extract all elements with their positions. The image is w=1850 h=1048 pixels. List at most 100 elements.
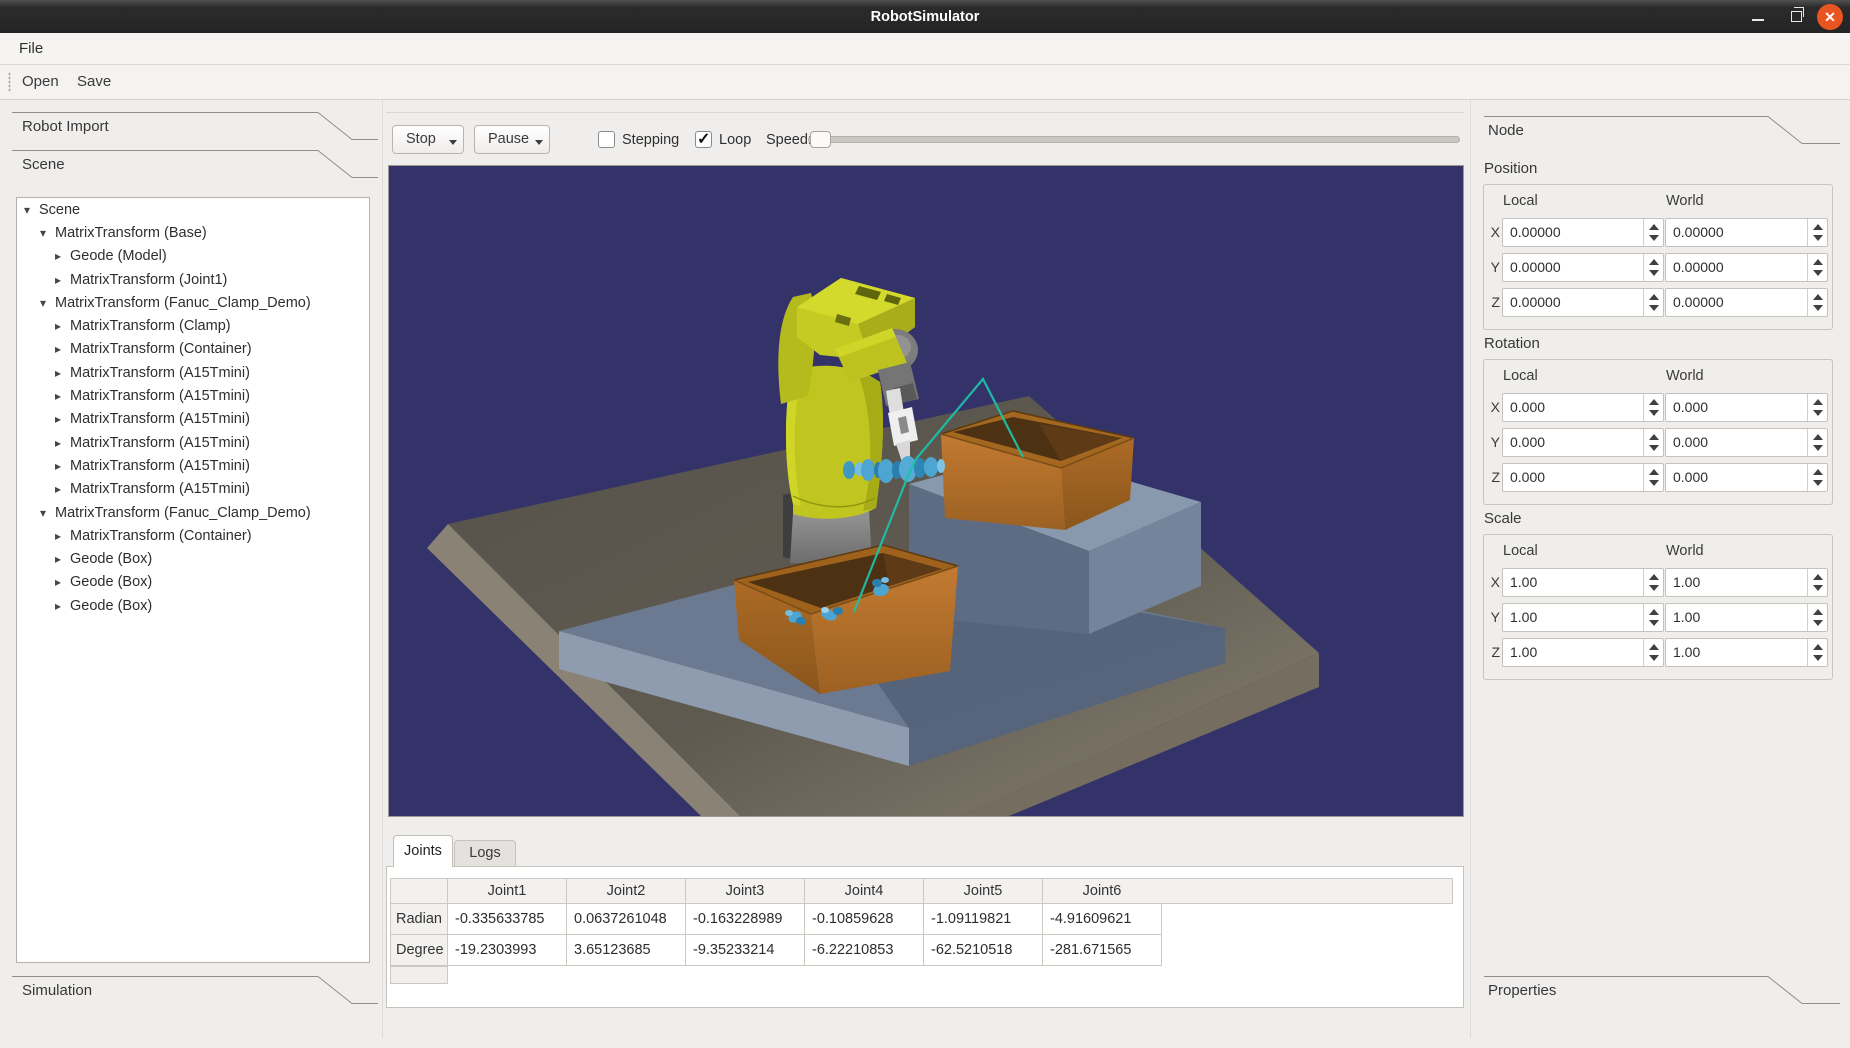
joint-value[interactable]: -0.10859628 <box>804 903 924 935</box>
tree-item[interactable]: Scene <box>17 198 369 221</box>
column-header[interactable]: Joint3 <box>685 878 805 904</box>
joint-value[interactable]: 0.0637261048 <box>566 903 686 935</box>
spin-arrows-icon[interactable] <box>1807 604 1827 631</box>
spin-arrows-icon[interactable] <box>1643 569 1663 596</box>
spin-arrows-icon[interactable] <box>1807 569 1827 596</box>
spin-value[interactable]: 0.000 <box>1666 429 1827 456</box>
scale-y-local[interactable]: 1.00 <box>1502 603 1664 632</box>
expand-arrow-icon[interactable] <box>40 296 55 310</box>
spin-value[interactable]: 0.000 <box>1666 464 1827 491</box>
spin-arrows-icon[interactable] <box>1807 429 1827 456</box>
spin-arrows-icon[interactable] <box>1643 394 1663 421</box>
spin-value[interactable]: 0.000 <box>1503 464 1663 491</box>
spin-value[interactable]: 0.000 <box>1666 394 1827 421</box>
collapse-arrow-icon[interactable] <box>55 552 70 566</box>
spin-arrows-icon[interactable] <box>1643 219 1663 246</box>
tree-item[interactable]: MatrixTransform (Fanuc_Clamp_Demo) <box>17 501 369 524</box>
spin-value[interactable]: 1.00 <box>1666 639 1827 666</box>
scale-z-world[interactable]: 1.00 <box>1665 638 1828 667</box>
spin-arrows-icon[interactable] <box>1643 254 1663 281</box>
speed-slider-handle[interactable] <box>810 131 831 148</box>
tree-item[interactable]: MatrixTransform (A15Tmini) <box>17 408 369 431</box>
toolbar-drag-handle[interactable] <box>8 72 11 92</box>
section-scene[interactable]: Scene <box>12 150 378 180</box>
spin-value[interactable]: 0.00000 <box>1503 254 1663 281</box>
position-x-local[interactable]: 0.00000 <box>1502 218 1664 247</box>
tree-item[interactable]: MatrixTransform (Fanuc_Clamp_Demo) <box>17 291 369 314</box>
tree-item[interactable]: MatrixTransform (Base) <box>17 221 369 244</box>
collapse-arrow-icon[interactable] <box>55 599 70 613</box>
spin-value[interactable]: 1.00 <box>1503 569 1663 596</box>
row-header[interactable]: Radian <box>390 903 448 935</box>
tree-item[interactable]: MatrixTransform (Clamp) <box>17 314 369 337</box>
tab-logs[interactable]: Logs <box>454 840 516 867</box>
tab-joints[interactable]: Joints <box>393 835 453 867</box>
collapse-arrow-icon[interactable] <box>55 575 70 589</box>
spin-value[interactable]: 0.00000 <box>1503 219 1663 246</box>
collapse-arrow-icon[interactable] <box>55 273 70 287</box>
joint-value[interactable]: -0.163228989 <box>685 903 805 935</box>
position-x-world[interactable]: 0.00000 <box>1665 218 1828 247</box>
viewport-3d[interactable] <box>388 165 1464 817</box>
joint-value[interactable]: -4.91609621 <box>1042 903 1162 935</box>
open-button[interactable]: Open <box>22 65 59 99</box>
rotation-y-world[interactable]: 0.000 <box>1665 428 1828 457</box>
tree-item[interactable]: Geode (Model) <box>17 245 369 268</box>
section-node[interactable]: Node <box>1480 116 1840 146</box>
collapse-arrow-icon[interactable] <box>55 319 70 333</box>
joint-value[interactable]: -9.35233214 <box>685 934 805 966</box>
spin-value[interactable]: 0.00000 <box>1666 289 1827 316</box>
rotation-z-local[interactable]: 0.000 <box>1502 463 1664 492</box>
position-y-world[interactable]: 0.00000 <box>1665 253 1828 282</box>
collapse-arrow-icon[interactable] <box>55 482 70 496</box>
joint-value[interactable]: 3.65123685 <box>566 934 686 966</box>
collapse-arrow-icon[interactable] <box>55 249 70 263</box>
row-header[interactable]: Degree <box>390 934 448 966</box>
joint-value[interactable]: -1.09119821 <box>923 903 1043 935</box>
collapse-arrow-icon[interactable] <box>55 412 70 426</box>
loop-checkbox[interactable] <box>695 131 712 148</box>
column-header[interactable]: Joint2 <box>566 878 686 904</box>
scale-y-world[interactable]: 1.00 <box>1665 603 1828 632</box>
spin-arrows-icon[interactable] <box>1807 289 1827 316</box>
joint-value[interactable]: -62.5210518 <box>923 934 1043 966</box>
restore-button[interactable] <box>1782 0 1810 33</box>
spin-value[interactable]: 1.00 <box>1666 604 1827 631</box>
spin-arrows-icon[interactable] <box>1807 394 1827 421</box>
menu-file[interactable]: File <box>13 33 49 64</box>
stop-button[interactable]: Stop <box>392 125 464 154</box>
position-z-local[interactable]: 0.00000 <box>1502 288 1664 317</box>
tree-item[interactable]: MatrixTransform (A15Tmini) <box>17 431 369 454</box>
spin-value[interactable]: 0.00000 <box>1503 289 1663 316</box>
joint-value[interactable]: -6.22210853 <box>804 934 924 966</box>
spin-value[interactable]: 1.00 <box>1666 569 1827 596</box>
column-header[interactable]: Joint6 <box>1042 878 1162 904</box>
expand-arrow-icon[interactable] <box>40 506 55 520</box>
stepping-checkbox[interactable] <box>598 131 615 148</box>
tree-item[interactable]: MatrixTransform (Container) <box>17 338 369 361</box>
speed-slider[interactable] <box>808 136 1460 143</box>
collapse-arrow-icon[interactable] <box>55 436 70 450</box>
close-button[interactable]: ✕ <box>1816 0 1844 33</box>
tree-item[interactable]: Geode (Box) <box>17 594 369 617</box>
joint-value[interactable]: -281.671565 <box>1042 934 1162 966</box>
section-robot-import[interactable]: Robot Import <box>12 112 378 142</box>
collapse-arrow-icon[interactable] <box>55 459 70 473</box>
scale-z-local[interactable]: 1.00 <box>1502 638 1664 667</box>
tree-item[interactable]: Geode (Box) <box>17 571 369 594</box>
joint-value[interactable]: -19.2303993 <box>447 934 567 966</box>
spin-arrows-icon[interactable] <box>1643 289 1663 316</box>
column-header[interactable]: Joint1 <box>447 878 567 904</box>
expand-arrow-icon[interactable] <box>24 203 39 217</box>
tree-item[interactable]: MatrixTransform (Container) <box>17 524 369 547</box>
tree-item[interactable]: Geode (Box) <box>17 547 369 570</box>
rotation-x-world[interactable]: 0.000 <box>1665 393 1828 422</box>
pause-button[interactable]: Pause <box>474 125 550 154</box>
position-z-world[interactable]: 0.00000 <box>1665 288 1828 317</box>
spin-value[interactable]: 0.000 <box>1503 429 1663 456</box>
scale-x-world[interactable]: 1.00 <box>1665 568 1828 597</box>
spin-value[interactable]: 1.00 <box>1503 604 1663 631</box>
section-properties[interactable]: Properties <box>1480 976 1840 1006</box>
tree-item[interactable]: MatrixTransform (Joint1) <box>17 268 369 291</box>
spin-arrows-icon[interactable] <box>1807 254 1827 281</box>
